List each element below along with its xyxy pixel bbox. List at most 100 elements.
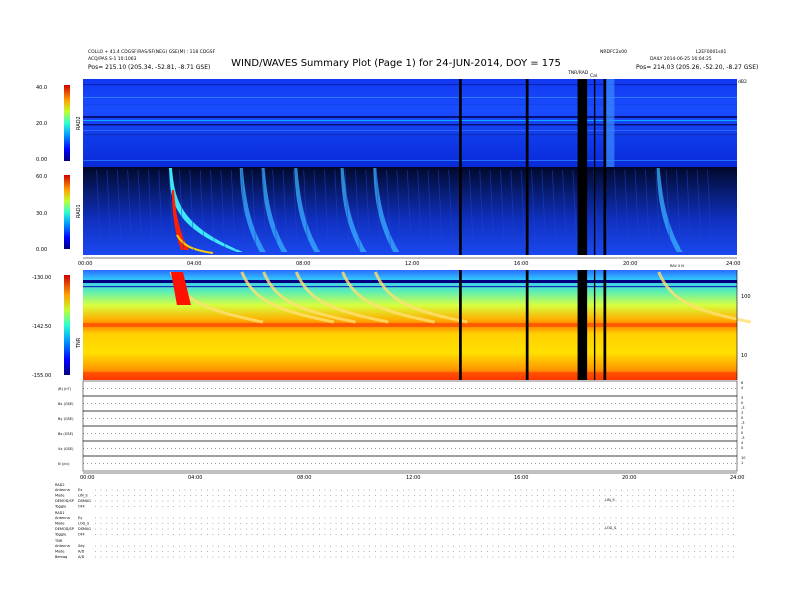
time-tick: 04:00 — [188, 475, 202, 481]
rad2-line — [83, 97, 737, 98]
mag-row-right-tick: 1 — [741, 461, 743, 465]
rad1-tick-top: 60.0 — [36, 174, 47, 180]
mag-row-label: N (/cc) — [58, 462, 70, 466]
data-gap — [593, 167, 596, 255]
settings-group-name: RAD1 — [55, 511, 65, 515]
mag-row-right-tick: -3 — [741, 421, 745, 425]
tnr-panel: -130.00 -142.50 -155.00 TNR 100 10 — [32, 270, 751, 380]
summary-plot: 40.0 20.0 0.00 RAD2 60.0 30.0 0.00 RAD1 … — [32, 79, 751, 559]
mag-row-right-tick: 6 — [741, 381, 743, 385]
settings-tag: LOG_S — [605, 526, 617, 530]
time-axis-lower: 00:00 04:00 08:00 12:00 16:00 20:00 24:0… — [80, 472, 744, 481]
settings-key: Toggle — [54, 505, 66, 509]
time-tick: 04:00 — [187, 261, 201, 267]
settings-value: Ex — [78, 488, 82, 492]
settings-value: LIN_S — [78, 494, 88, 498]
settings-key: Bemag — [55, 555, 67, 559]
time-tick: 00:00 — [80, 475, 94, 481]
time-tick: 16:00 — [514, 475, 528, 481]
settings-value: A/D — [78, 555, 85, 559]
rad2-panel: 40.0 20.0 0.00 RAD2 — [36, 79, 737, 167]
data-gap — [459, 270, 462, 380]
mag-row-frame — [82, 455, 738, 472]
rad2-tick-bottom: 0.00 — [36, 157, 47, 163]
settings-key: DEMOD/SP — [55, 527, 74, 531]
time-tick: 24:00 — [730, 475, 744, 481]
data-gap — [459, 167, 462, 255]
settings-key: Antenna — [55, 544, 70, 548]
rad2-line — [83, 134, 737, 136]
rad2-background — [83, 79, 737, 167]
mag-row-right-tick: -3 — [741, 436, 745, 440]
data-gap — [577, 79, 588, 167]
tnr-right-tick: 10 — [741, 353, 747, 359]
settings-key: Mode — [55, 550, 65, 554]
settings-key: Mode — [55, 494, 65, 498]
data-gap — [577, 167, 588, 255]
time-tick: 20:00 — [623, 261, 637, 267]
settings-value: DSMAG — [78, 527, 91, 531]
mag-row-right-tick: 0 — [741, 446, 743, 450]
rad2-tick-top: 40.0 — [36, 85, 47, 91]
rad2-line — [83, 160, 737, 161]
mag-row-frame — [82, 425, 738, 442]
settings-value: Ey — [78, 516, 82, 520]
instrument-settings: RAD2Antenna ExMode LIN_SDEMOD/SP DSMAGToggl… — [54, 483, 737, 559]
rad2-line — [83, 104, 737, 105]
time-axis-upper: 00:00 04:00 08:00 12:00 16:00 20:00 24:0… — [78, 257, 740, 268]
rad2-line — [83, 130, 737, 131]
mag-row-right-tick: 0 — [741, 431, 743, 435]
tnr-low-band — [83, 372, 737, 380]
data-gap — [593, 79, 596, 167]
data-gap — [593, 270, 596, 380]
rad2-line — [83, 116, 737, 118]
settings-tag: LIN_S — [605, 498, 615, 502]
mag-row-label: Bz (GSE) — [58, 432, 74, 436]
data-gap — [603, 79, 607, 167]
data-gap — [577, 270, 588, 380]
time-tick: 12:00 — [405, 261, 419, 267]
settings-key: Toggle — [54, 533, 66, 537]
rad1-tick-bottom: 0.00 — [36, 247, 47, 253]
mag-row-frame — [82, 410, 738, 427]
mag-row-right-tick: 3 — [741, 426, 743, 430]
settings-value: DSMAG — [78, 499, 91, 503]
time-tick: 16:00 — [514, 261, 528, 267]
data-gap — [525, 167, 529, 255]
mag-row-right-tick: 3 — [741, 396, 743, 400]
mag-row-right-tick: -3 — [741, 406, 745, 410]
settings-key: DEMOD/SP — [55, 499, 74, 503]
rad2-axis-label: RAD2 — [76, 116, 82, 130]
time-tick: 08:00 — [297, 475, 311, 481]
rad2-line — [83, 120, 737, 121]
time-tick: 08:00 — [296, 261, 310, 267]
tnr-plasma-line — [83, 323, 737, 327]
mag-row-label: Vx (GSE) — [58, 447, 74, 451]
settings-key: Antenna — [55, 516, 70, 520]
settings-key: Antenna — [55, 488, 70, 492]
mag-row-right-tick: 4 — [741, 441, 744, 445]
rad2-line — [83, 84, 737, 85]
mag-row-right-tick: 10 — [741, 456, 745, 460]
tnr-tick-bottom: -155.00 — [32, 373, 51, 379]
tnr-tick-top: -130.00 — [32, 275, 51, 281]
tnr-right-tick: 100 — [741, 294, 751, 300]
mag-plasma-panel: |B| (nT)64Bx (GSE)30-3By (GSE)30-3Bz (GS… — [58, 380, 745, 472]
mag-row-label: By (GSE) — [58, 417, 74, 421]
time-tick: 00:00 — [78, 261, 92, 267]
mag-row-right-tick: 0 — [741, 401, 743, 405]
rad1-panel: 60.0 30.0 0.00 RAD1 — [36, 167, 737, 255]
settings-key: Mode — [55, 522, 65, 526]
data-gap — [525, 270, 529, 380]
settings-value: LOG_S — [78, 522, 90, 526]
mag-row-frame — [82, 395, 738, 412]
rad1-colorbar — [64, 175, 70, 249]
mag-row-right-tick: 0 — [741, 416, 743, 420]
tnr-tick-mid: -142.50 — [32, 324, 51, 330]
mag-row-frame — [82, 380, 738, 397]
time-tick: 24:00 — [726, 261, 740, 267]
mag-row-frame — [82, 440, 738, 457]
data-gap — [459, 79, 462, 167]
time-tick: 12:00 — [406, 475, 420, 481]
rad1-tick-mid: 30.0 — [36, 211, 47, 217]
